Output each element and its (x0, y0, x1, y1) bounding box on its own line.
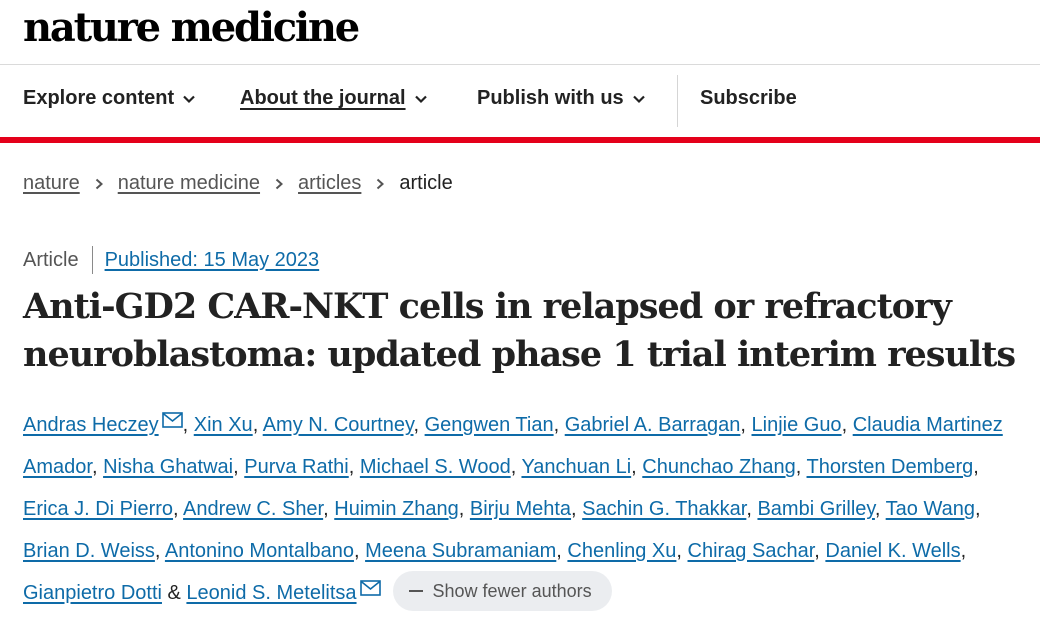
published-date-link[interactable]: Published: 15 May 2023 (105, 249, 320, 272)
chevron-right-icon (95, 178, 103, 189)
author-link[interactable]: Brian D. Weiss (23, 540, 155, 562)
nav-about-the-journal[interactable]: About the journal (240, 87, 428, 110)
show-fewer-label: Show fewer authors (432, 580, 592, 601)
nav-explore-content[interactable]: Explore content (23, 87, 196, 110)
author-link[interactable]: Gabriel A. Barragan (565, 414, 741, 436)
author-link[interactable]: Sachin G. Thakkar (582, 498, 746, 520)
nav-item-label: Subscribe (700, 87, 797, 109)
mail-icon[interactable] (359, 580, 381, 596)
nav-divider (677, 75, 678, 127)
chevron-right-icon (377, 178, 385, 189)
author-link[interactable]: Purva Rathi (244, 456, 349, 478)
author-link[interactable]: Nisha Ghatwai (103, 456, 233, 478)
minus-icon (408, 589, 423, 592)
main-nav: Explore content About the journal Publis… (0, 75, 1040, 127)
author-link[interactable]: Meena Subramaniam (365, 540, 556, 562)
meta-divider (91, 246, 93, 274)
author-link[interactable]: Leonid S. Metelitsa (186, 582, 356, 604)
author-link[interactable]: Erica J. Di Pierro (23, 498, 173, 520)
breadcrumb-articles[interactable]: articles (298, 172, 361, 195)
author-link[interactable]: Chirag Sachar (688, 540, 815, 562)
breadcrumb-nature-medicine[interactable]: nature medicine (118, 172, 260, 195)
chevron-down-icon (414, 95, 427, 103)
show-fewer-authors-button[interactable]: Show fewer authors (392, 570, 612, 611)
author-link[interactable]: Andrew C. Sher (183, 498, 323, 520)
chevron-down-icon (183, 95, 195, 103)
author-link[interactable]: Daniel K. Wells (825, 540, 960, 562)
author-link[interactable]: Gianpietro Dotti (23, 582, 162, 604)
breadcrumb-nature[interactable]: nature (23, 172, 80, 195)
author-link[interactable]: Amy N. Courtney (263, 414, 414, 436)
author-link[interactable]: Birju Mehta (470, 498, 571, 520)
nav-item-label: Explore content (23, 87, 175, 109)
author-link[interactable]: Antonino Montalbano (165, 540, 354, 562)
author-link[interactable]: Bambi Grilley (757, 498, 874, 520)
chevron-right-icon (275, 178, 284, 189)
breadcrumb: nature nature medicine articles article (23, 172, 453, 195)
author-link[interactable]: Chenling Xu (567, 540, 676, 562)
author-link[interactable]: Andras Heczey (23, 414, 159, 436)
article-type: Article (23, 248, 79, 271)
author-link[interactable]: Thorsten Demberg (807, 456, 974, 478)
nav-subscribe[interactable]: Subscribe (700, 87, 797, 110)
article-title: Anti-GD2 CAR-NKT cells in relapsed or re… (23, 286, 1016, 375)
brand-bar (0, 137, 1040, 143)
nav-publish-with-us[interactable]: Publish with us (477, 87, 646, 110)
author-link[interactable]: Tao Wang (886, 498, 975, 520)
author-link[interactable]: Michael S. Wood (360, 456, 511, 478)
author-link[interactable]: Gengwen Tian (425, 414, 554, 436)
journal-logo[interactable]: nature medicine (23, 4, 360, 51)
nav-item-label: Publish with us (477, 87, 624, 109)
author-link[interactable]: Linjie Guo (752, 414, 842, 436)
author-link[interactable]: Yanchuan Li (521, 456, 631, 478)
author-link[interactable]: Huimin Zhang (334, 498, 459, 520)
author-link[interactable]: Chunchao Zhang (642, 456, 795, 478)
author-list: Andras Heczey, Xin Xu, Amy N. Courtney, … (23, 404, 1028, 614)
chevron-down-icon (632, 95, 645, 103)
mail-icon[interactable] (161, 412, 183, 428)
nav-item-label: About the journal (240, 87, 406, 109)
breadcrumb-current: article (399, 172, 453, 194)
header-divider (0, 64, 1040, 65)
article-meta: Article Published: 15 May 2023 (23, 246, 319, 274)
author-link[interactable]: Xin Xu (194, 414, 253, 436)
